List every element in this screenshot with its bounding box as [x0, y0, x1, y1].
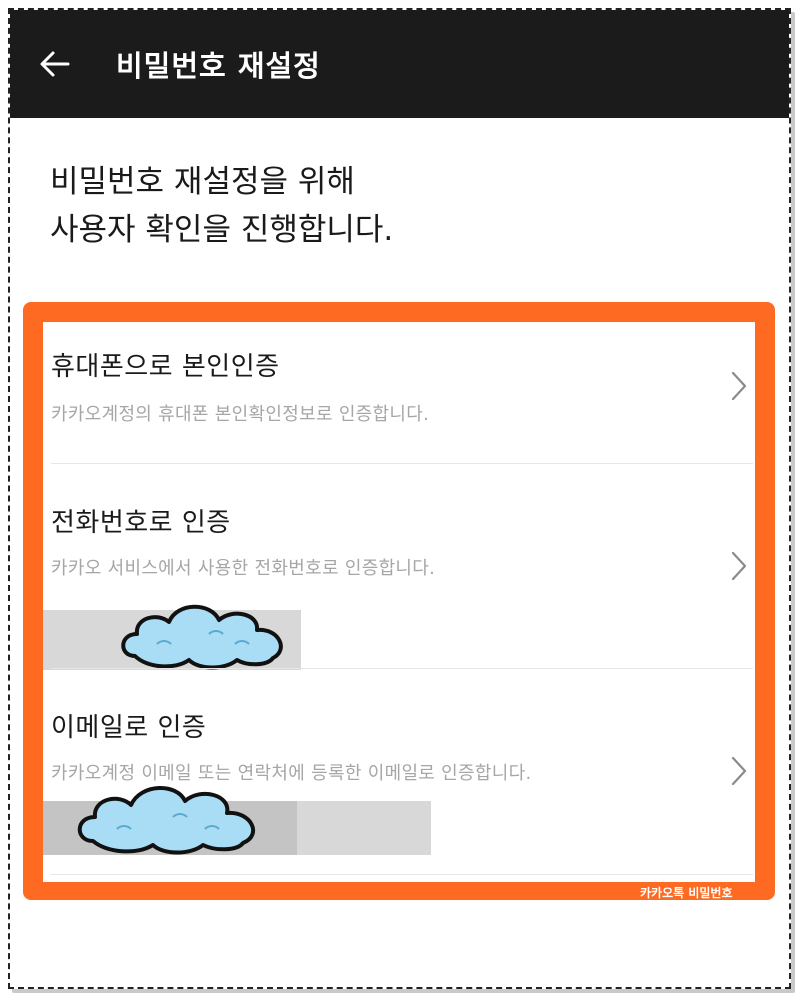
intro-text: 비밀번호 재설정을 위해 사용자 확인을 진행합니다. — [50, 158, 393, 254]
app-header: 비밀번호 재설정 — [10, 10, 789, 118]
option-phone-verification[interactable]: 휴대폰으로 본인인증 카카오계정의 휴대폰 본인확인정보로 인증합니다. — [43, 322, 755, 463]
page-title: 비밀번호 재설정 — [116, 49, 321, 83]
chevron-right-icon — [731, 371, 747, 401]
option-phone-number-verification[interactable]: 전화번호로 인증 카카오 서비스에서 사용한 전화번호로 인증합니다. — [43, 464, 755, 670]
option-description: 카카오 서비스에서 사용한 전화번호로 인증합니다. — [51, 558, 436, 579]
chevron-right-icon — [731, 551, 747, 581]
back-button[interactable] — [10, 10, 100, 118]
option-title: 이메일로 인증 — [51, 713, 207, 743]
option-title: 전화번호로 인증 — [51, 508, 231, 538]
verification-options-list: 휴대폰으로 본인인증 카카오계정의 휴대폰 본인확인정보로 인증합니다. 전화번… — [43, 322, 755, 882]
option-title: 휴대폰으로 본인인증 — [51, 352, 280, 382]
option-description: 카카오계정의 휴대폰 본인확인정보로 인증합니다. — [51, 404, 430, 425]
arrow-left-icon — [40, 51, 70, 77]
watermark: 카카오톡 비밀번호 — [640, 886, 733, 900]
option-email-verification[interactable]: 이메일로 인증 카카오계정 이메일 또는 연락처에 등록한 이메일로 인증합니다… — [43, 669, 755, 874]
divider — [51, 874, 753, 875]
cloud-sticker-icon — [121, 604, 283, 670]
chevron-right-icon — [731, 756, 747, 786]
intro-line-1: 비밀번호 재설정을 위해 — [50, 164, 355, 200]
cloud-sticker-icon — [77, 786, 256, 855]
intro-line-2: 사용자 확인을 진행합니다. — [50, 212, 394, 248]
